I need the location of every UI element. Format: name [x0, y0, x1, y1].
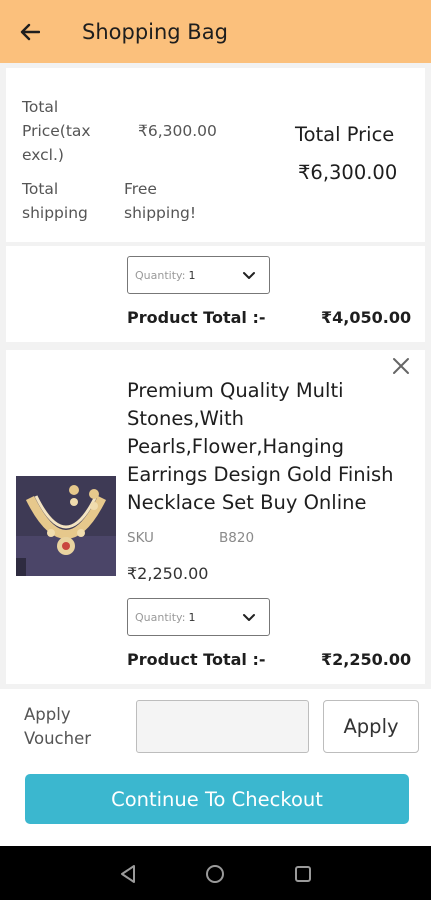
back-triangle-icon[interactable]	[117, 863, 139, 885]
product-total-value: ₹4,050.00	[321, 308, 412, 327]
page-title: Shopping Bag	[82, 19, 228, 44]
necklace-image	[16, 476, 116, 576]
continue-checkout-button[interactable]: Continue To Checkout	[25, 774, 409, 824]
sku-label: SKU	[127, 530, 154, 546]
product-price: ₹2,250.00	[127, 564, 209, 583]
product-total-label: Product Total :-	[127, 650, 266, 669]
cart-item: Premium Quality Multi Stones,With Pearls…	[6, 350, 425, 684]
product-image[interactable]	[16, 476, 116, 576]
home-circle-icon[interactable]	[204, 863, 226, 885]
grand-total-value: ₹6,300.00	[298, 161, 398, 184]
voucher-label: Apply Voucher	[24, 705, 92, 748]
chevron-down-icon	[243, 614, 255, 621]
total-price-value: ₹6,300.00	[138, 122, 217, 140]
quantity-select[interactable]: Quantity: 1	[127, 598, 270, 636]
recents-square-icon[interactable]	[292, 863, 314, 885]
quantity-value: 1	[188, 610, 196, 624]
system-nav-bar	[0, 846, 431, 900]
total-shipping-value: Free shipping!	[124, 180, 197, 222]
voucher-input[interactable]	[136, 700, 309, 753]
back-button[interactable]	[0, 0, 60, 63]
price-summary-card: Total Price(tax excl.) ₹6,300.00 Total s…	[6, 68, 425, 242]
total-shipping-label: Total shipping	[22, 180, 88, 222]
quantity-select[interactable]: Quantity: 1	[127, 256, 270, 294]
product-total-label: Product Total :-	[127, 308, 266, 327]
quantity-label: Quantity:	[135, 610, 186, 624]
total-price-label: Total Price(tax excl.)	[22, 98, 91, 164]
chevron-down-icon	[243, 272, 255, 279]
product-total-value: ₹2,250.00	[321, 650, 412, 669]
quantity-value: 1	[188, 268, 196, 282]
arrow-left-icon	[20, 23, 40, 40]
close-icon[interactable]	[391, 356, 411, 376]
checkout-footer: Apply Voucher Apply Continue To Checkout	[0, 689, 431, 846]
grand-total-title: Total Price	[295, 123, 395, 146]
quantity-label: Quantity:	[135, 268, 186, 282]
app-header: Shopping Bag	[0, 0, 431, 63]
product-name[interactable]: Premium Quality Multi Stones,With Pearls…	[127, 377, 417, 517]
cart-item: Quantity: 1 Product Total :- ₹4,050.00	[6, 246, 425, 342]
apply-voucher-button[interactable]: Apply	[323, 700, 419, 753]
sku-value: B820	[219, 530, 255, 546]
